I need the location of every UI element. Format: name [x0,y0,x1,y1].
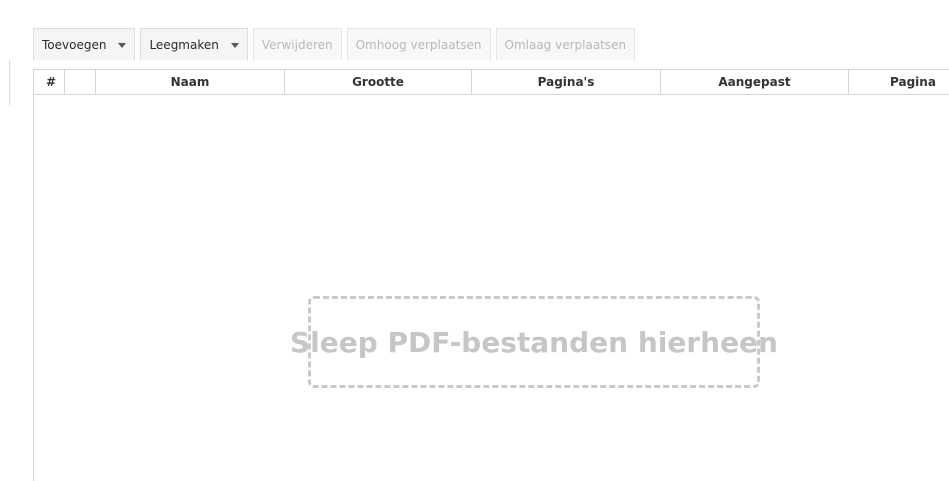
file-table: # Naam Grootte Pagina's Aangepast Pagina [33,69,949,481]
clear-split-button: Leegmaken [140,28,248,60]
column-header-checkbox[interactable] [65,70,96,94]
move-up-button[interactable]: Omhoog verplaatsen [346,28,491,60]
chevron-down-icon[interactable] [118,42,127,48]
app-window: Toevoegen Leegmaken Verwijderen Omhoog v… [0,0,949,481]
toolbar: Toevoegen Leegmaken Verwijderen Omhoog v… [33,28,640,60]
chevron-down-icon[interactable] [230,42,239,48]
drop-zone-label: Sleep PDF-bestanden hierheen [290,325,778,359]
column-header-page-range[interactable]: Pagina [849,70,949,94]
column-header-pages[interactable]: Pagina's [472,70,661,94]
column-header-name[interactable]: Naam [96,70,285,94]
clear-button[interactable]: Leegmaken [140,28,248,60]
pdf-drop-zone[interactable]: Sleep PDF-bestanden hierheen [290,296,778,388]
remove-button[interactable]: Verwijderen [252,28,342,60]
table-header: # Naam Grootte Pagina's Aangepast Pagina [34,70,949,95]
left-panel-edge [9,60,10,105]
add-split-button: Toevoegen [33,28,136,60]
move-down-button[interactable]: Omlaag verplaatsen [495,28,636,60]
add-button-label: Toevoegen [42,37,107,52]
column-header-number[interactable]: # [34,70,65,94]
column-header-modified[interactable]: Aangepast [661,70,849,94]
add-button[interactable]: Toevoegen [33,28,136,60]
column-header-size[interactable]: Grootte [285,70,472,94]
clear-button-label: Leegmaken [149,37,219,52]
